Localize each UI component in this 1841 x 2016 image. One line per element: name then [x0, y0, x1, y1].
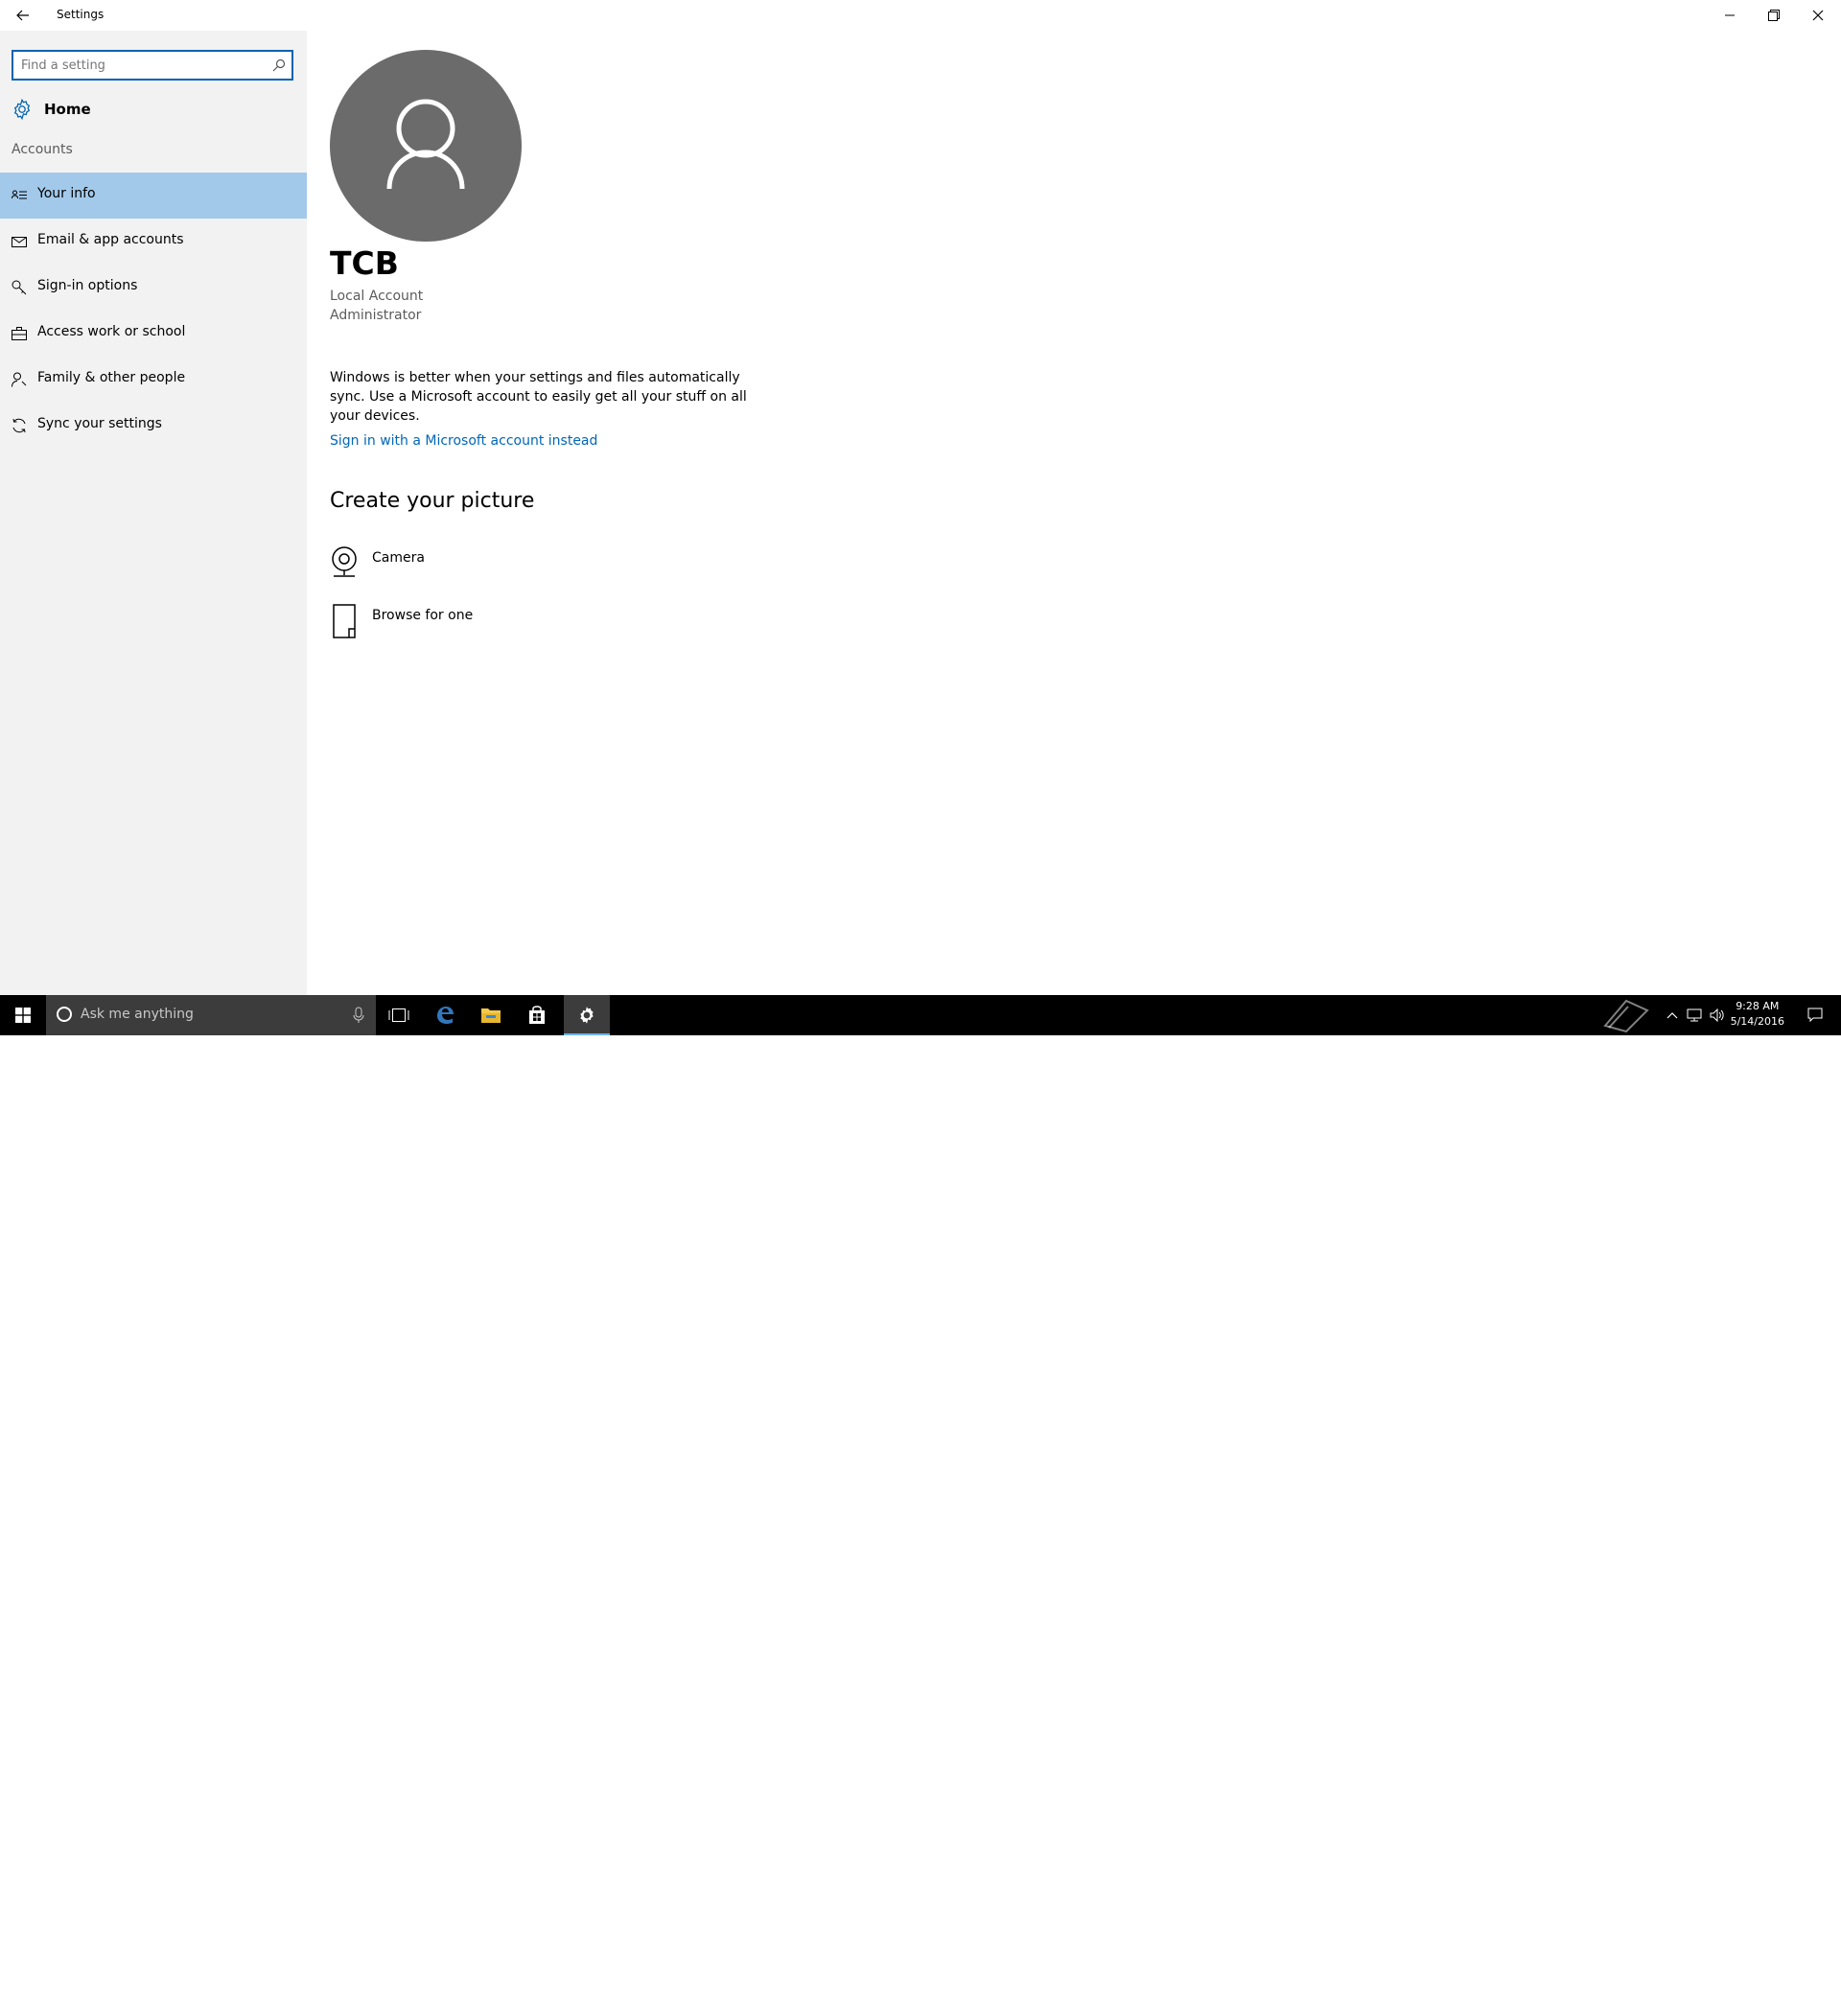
person-add-icon — [12, 372, 27, 387]
search-box[interactable] — [12, 50, 293, 81]
mail-icon — [12, 237, 27, 247]
action-center-button[interactable] — [1801, 995, 1829, 1035]
settings-taskbar-button[interactable] — [564, 995, 610, 1035]
clock-time: 9:28 AM — [1736, 1000, 1780, 1012]
store-button[interactable] — [514, 995, 560, 1035]
browse-label: Browse for one — [372, 608, 474, 623]
key-icon — [12, 280, 27, 295]
sidebar-item-label: Family & other people — [37, 370, 186, 385]
sidebar: Home Accounts Your info Email & app acco… — [0, 31, 307, 995]
cortana-search-box[interactable]: Ask me anything — [46, 995, 376, 1035]
network-icon — [1687, 1008, 1702, 1022]
sidebar-item-label: Email & app accounts — [37, 232, 184, 247]
notification-icon — [1807, 1008, 1823, 1023]
close-icon — [1812, 10, 1824, 21]
cortana-icon — [57, 1007, 72, 1022]
title-bar: Settings — [0, 0, 1841, 31]
briefcase-icon — [12, 327, 27, 340]
clock[interactable]: 9:28 AM 5/14/2016 — [1731, 999, 1784, 1030]
browse-option[interactable]: Browse for one — [330, 604, 618, 646]
avatar — [330, 50, 522, 242]
cortana-placeholder: Ask me anything — [81, 1007, 194, 1022]
speaker-icon — [1710, 1008, 1724, 1022]
show-hidden-icons-button[interactable] — [1663, 995, 1682, 1035]
sidebar-item-access-work-school[interactable]: Access work or school — [0, 311, 307, 357]
sync-message: Windows is better when your settings and… — [330, 370, 747, 424]
store-icon — [529, 1006, 545, 1024]
microsoft-account-link[interactable]: Sign in with a Microsoft account instead — [330, 433, 597, 449]
camera-option[interactable]: Camera — [330, 546, 618, 589]
edge-icon — [437, 1007, 454, 1024]
restore-button[interactable] — [1752, 0, 1796, 31]
book-icon — [1603, 999, 1649, 1033]
sidebar-item-label: Access work or school — [37, 324, 186, 339]
account-type: Local Account — [330, 289, 424, 304]
microphone-icon[interactable] — [353, 1007, 364, 1024]
taskbar: Ask me anything TheCollectionBook 9:28 A… — [0, 995, 1841, 2016]
gear-icon — [580, 1007, 594, 1024]
home-label: Home — [44, 101, 91, 118]
file-icon — [333, 604, 356, 638]
webcam-icon — [332, 546, 357, 577]
back-arrow-icon — [16, 10, 29, 21]
create-picture-heading: Create your picture — [330, 489, 535, 513]
edge-browser-button[interactable] — [422, 995, 468, 1035]
minimize-icon — [1725, 14, 1735, 16]
watermark-book-logo — [1599, 995, 1653, 1035]
volume-button[interactable] — [1707, 995, 1728, 1035]
sidebar-item-email-app-accounts[interactable]: Email & app accounts — [0, 219, 307, 265]
sidebar-item-label: Sync your settings — [37, 416, 162, 431]
task-view-button[interactable] — [376, 995, 422, 1035]
section-label-accounts: Accounts — [12, 142, 73, 157]
sidebar-item-family-other-people[interactable]: Family & other people — [0, 357, 307, 403]
sync-icon — [12, 418, 26, 433]
folder-icon — [481, 1008, 501, 1023]
sidebar-item-label: Your info — [37, 186, 96, 201]
window-title: Settings — [57, 8, 105, 21]
watermark: TheCollectionBook — [1603, 1996, 1769, 2016]
main-content — [307, 31, 1841, 995]
close-button[interactable] — [1796, 0, 1840, 31]
user-silhouette-icon — [386, 99, 465, 190]
network-button[interactable] — [1684, 995, 1705, 1035]
chevron-up-icon — [1666, 1012, 1678, 1019]
windows-logo-icon — [15, 1008, 31, 1023]
sidebar-item-sign-in-options[interactable]: Sign-in options — [0, 265, 307, 311]
home-nav-item[interactable]: Home — [0, 90, 307, 128]
user-name: TCB — [330, 244, 399, 282]
contact-info-icon — [12, 190, 27, 199]
camera-label: Camera — [372, 550, 425, 566]
account-role: Administrator — [330, 308, 422, 323]
clock-date: 5/14/2016 — [1730, 1015, 1784, 1028]
back-button[interactable] — [0, 0, 46, 31]
search-icon[interactable] — [272, 58, 286, 72]
sidebar-item-sync-settings[interactable]: Sync your settings — [0, 403, 307, 449]
start-button[interactable] — [0, 995, 46, 1035]
sidebar-item-your-info[interactable]: Your info — [0, 173, 307, 219]
minimize-button[interactable] — [1708, 0, 1752, 31]
restore-icon — [1768, 10, 1780, 21]
search-input[interactable] — [21, 56, 261, 75]
file-explorer-button[interactable] — [468, 995, 514, 1035]
task-view-icon — [388, 1008, 409, 1022]
sidebar-item-label: Sign-in options — [37, 278, 138, 293]
gear-icon — [13, 99, 31, 120]
